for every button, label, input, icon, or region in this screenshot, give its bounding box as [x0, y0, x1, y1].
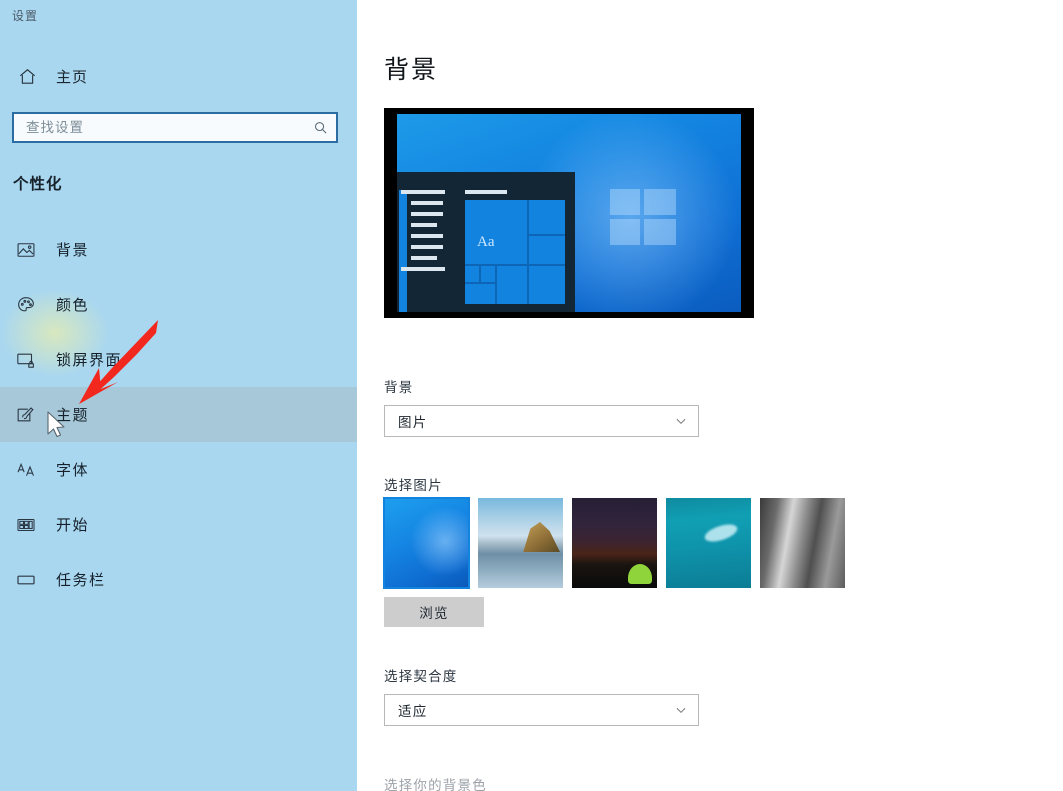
sidebar-item-fonts[interactable]: 字体	[0, 442, 357, 497]
sidebar-item-label: 字体	[56, 462, 90, 479]
thumbnail-windows-default-blue[interactable]	[383, 497, 470, 589]
background-field-label: 背景	[384, 380, 414, 395]
page-title: 背景	[384, 56, 439, 84]
sidebar-item-label: 开始	[56, 517, 90, 534]
chevron-down-icon	[674, 414, 688, 428]
background-type-value: 图片	[398, 415, 428, 430]
background-color-label: 选择你的背景色	[384, 778, 487, 791]
sidebar-item-home[interactable]: 主页	[0, 60, 357, 92]
picture-thumbnails	[383, 497, 845, 589]
windows-logo-icon	[610, 189, 677, 247]
preview-app-list	[401, 190, 447, 278]
sidebar-item-lockscreen[interactable]: 锁屏界面	[0, 332, 357, 387]
sidebar-item-background[interactable]: 背景	[0, 222, 357, 277]
sidebar-item-label: 颜色	[56, 297, 90, 314]
sidebar-item-themes[interactable]: 主题	[0, 387, 357, 442]
sidebar: 设置 主页 个性化	[0, 0, 357, 791]
sidebar-item-taskbar[interactable]: 任务栏	[0, 552, 357, 607]
search-box[interactable]	[12, 112, 338, 143]
palette-icon	[12, 291, 40, 319]
sidebar-section-title: 个性化	[13, 176, 63, 193]
thumbnail-beach-sea-stack[interactable]	[478, 498, 563, 588]
preview-tile-header	[465, 190, 507, 194]
search-icon[interactable]	[313, 120, 328, 135]
chevron-down-icon	[674, 703, 688, 717]
thumbnail-gray-rock-ice[interactable]	[760, 498, 845, 588]
sidebar-item-label: 背景	[56, 242, 90, 259]
fit-dropdown[interactable]: 适应	[384, 694, 699, 726]
search-input[interactable]	[26, 120, 313, 135]
sidebar-item-label: 任务栏	[56, 572, 106, 589]
background-type-dropdown[interactable]: 图片	[384, 405, 699, 437]
home-label: 主页	[56, 68, 89, 86]
sidebar-item-start[interactable]: 开始	[0, 497, 357, 552]
desktop-preview: Aa	[384, 108, 754, 318]
picture-icon	[12, 236, 40, 264]
window-title: 设置	[12, 9, 39, 23]
settings-window: 设置 主页 个性化	[0, 0, 1063, 791]
home-icon	[14, 63, 40, 89]
sidebar-item-colors[interactable]: 颜色	[0, 277, 357, 332]
thumbnail-underwater-turquoise[interactable]	[666, 498, 751, 588]
choose-picture-label: 选择图片	[384, 478, 443, 493]
preview-tile-text: Aa	[477, 234, 495, 250]
sidebar-item-label: 锁屏界面	[56, 352, 123, 369]
brush-icon	[12, 401, 40, 429]
fit-field-label: 选择契合度	[384, 669, 458, 684]
browse-button[interactable]: 浏览	[384, 597, 484, 627]
preview-tiles: Aa	[465, 200, 565, 304]
thumbnail-night-sky-tent[interactable]	[572, 498, 657, 588]
sidebar-item-label: 主题	[56, 407, 90, 424]
taskbar-icon	[12, 566, 40, 594]
fit-value: 适应	[398, 704, 428, 719]
start-grid-icon	[12, 511, 40, 539]
font-icon	[12, 456, 40, 484]
main-content: 背景 Aa 背景 图片 选择图片 浏览 选择契合度 适应 选择你的背景色	[357, 0, 1063, 791]
lockscreen-icon	[12, 346, 40, 374]
sidebar-nav: 背景 颜色 锁屏界面 主题 字体 开始 任务栏	[0, 222, 357, 607]
preview-start-menu: Aa	[397, 172, 575, 312]
